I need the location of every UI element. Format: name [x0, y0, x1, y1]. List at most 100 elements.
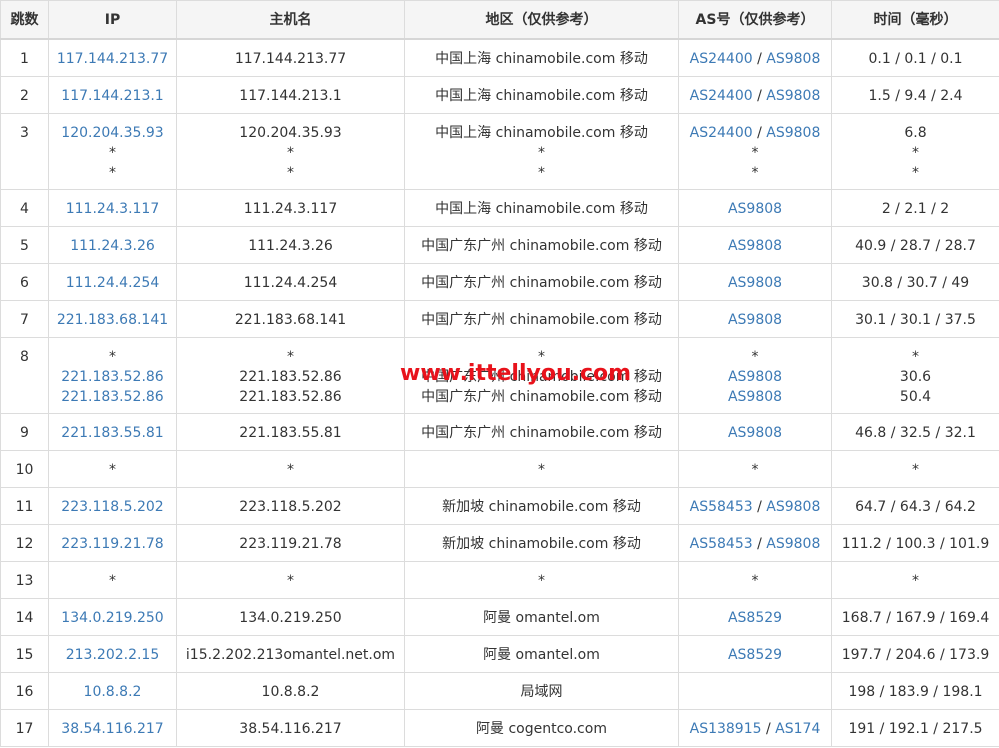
as-link[interactable]: AS24400 [690, 51, 753, 67]
as-link[interactable]: AS9808 [728, 275, 782, 291]
ip-link[interactable]: 134.0.219.250 [50, 608, 176, 628]
hostname-text: 111.24.4.254 [243, 274, 338, 291]
time-cell: * 30.6 50.4 [831, 336, 999, 414]
as-separator: / [752, 535, 767, 552]
as-link[interactable]: AS9808 [728, 389, 782, 405]
as-link[interactable]: AS8529 [728, 610, 782, 626]
traceroute-table: 跳数 IP 主机名 地区（仅供参考） AS号（仅供参考） 时间（毫秒） 1 117… [0, 0, 999, 747]
ip-link[interactable]: 111.24.4.254 [50, 273, 176, 293]
as-link[interactable]: AS9808 [728, 201, 782, 217]
as-link[interactable]: AS9808 [728, 369, 782, 385]
as-cell: AS58453 / AS9808 [678, 486, 832, 525]
region-text: 中国广东广州 chinamobile.com 移动 [421, 311, 662, 328]
as-link[interactable]: AS58453 [690, 536, 753, 552]
ip-cell: 120.204.35.93 * * [48, 112, 177, 190]
ip-cell: 38.54.116.217 [48, 708, 177, 747]
time-text: 168.7 / 167.9 / 169.4 [841, 609, 990, 626]
region-text: 中国广东广州 chinamobile.com 移动 [421, 237, 662, 254]
as-link[interactable]: AS58453 [690, 499, 753, 515]
as-link[interactable]: AS9808 [766, 51, 820, 67]
as-link[interactable]: AS9808 [728, 312, 782, 328]
table-body: 1 117.144.213.77 117.144.213.77 中国上海 chinam… [0, 38, 999, 747]
hop-cell: 7 [0, 299, 49, 338]
region-cell: 阿曼 omantel.om [404, 597, 679, 636]
as-line: AS8529 [680, 608, 831, 628]
as-link[interactable]: AS9808 [766, 536, 820, 552]
hop-cell: 3 [0, 112, 49, 190]
hostname-text: 221.183.68.141 [234, 311, 347, 328]
time-text: 40.9 / 28.7 / 28.7 [855, 237, 976, 254]
ip-link[interactable]: 221.183.52.86 [50, 367, 176, 387]
hostname-text: * [287, 461, 294, 478]
hop-cell: 16 [0, 671, 49, 710]
ip-cell: * [48, 560, 177, 599]
region-text: 阿曼 omantel.om [483, 609, 600, 626]
ip-link[interactable]: 221.183.68.141 [50, 310, 176, 330]
ip-link[interactable]: 221.183.55.81 [50, 423, 176, 443]
hostname-text: 38.54.116.217 [239, 720, 342, 737]
as-link[interactable]: AS8529 [728, 647, 782, 663]
time-text: * [912, 572, 919, 589]
as-link[interactable]: AS9808 [728, 425, 782, 441]
hostname-cell: 117.144.213.77 [176, 38, 405, 77]
ip-link[interactable]: 223.119.21.78 [50, 534, 176, 554]
hostname-text: * [287, 164, 294, 181]
as-text: * [751, 164, 759, 181]
ip-link[interactable]: 117.144.213.1 [50, 86, 176, 106]
hostname-cell: 134.0.219.250 [176, 597, 405, 636]
ip-link[interactable]: 10.8.8.2 [50, 682, 176, 702]
region-text: 中国上海 chinamobile.com 移动 [435, 87, 648, 104]
table-row: 9 221.183.55.81 221.183.55.81 中国广东广州 chinam… [0, 412, 999, 451]
time-text: 111.2 / 100.3 / 101.9 [841, 535, 990, 552]
table-row: 7 221.183.68.141 221.183.68.141 中国广东广州 chin… [0, 299, 999, 338]
table-header-row: 跳数 IP 主机名 地区（仅供参考） AS号（仅供参考） 时间（毫秒） [0, 0, 999, 40]
as-link[interactable]: AS9808 [766, 88, 820, 104]
as-text: * [751, 348, 759, 365]
hostname-cell: 223.118.5.202 [176, 486, 405, 525]
region-text: * [538, 572, 545, 589]
as-link[interactable]: AS174 [775, 721, 820, 737]
time-text: 197.7 / 204.6 / 173.9 [841, 646, 990, 663]
as-line: AS8529 [680, 645, 831, 665]
region-cell: * 中国广东广州 chinamobile.com 移动 中国广东广州 chinamo… [404, 336, 679, 414]
as-link[interactable]: AS138915 [690, 721, 762, 737]
header-hop: 跳数 [0, 0, 49, 40]
region-text: 阿曼 cogentco.com [476, 720, 607, 737]
as-line: AS24400 / AS9808 [680, 123, 831, 143]
time-text: 30.8 / 30.7 / 49 [861, 274, 970, 291]
time-cell: 0.1 / 0.1 / 0.1 [831, 38, 999, 77]
ip-link[interactable]: 221.183.52.86 [50, 387, 176, 407]
time-text: 0.1 / 0.1 / 0.1 [868, 51, 963, 67]
table-row: 15 213.202.2.15 i15.2.202.213omantel.net.o… [0, 634, 999, 673]
region-cell: 中国广东广州 chinamobile.com 移动 [404, 412, 679, 451]
as-link[interactable]: AS9808 [728, 238, 782, 254]
region-cell: * [404, 560, 679, 599]
ip-link[interactable]: 111.24.3.26 [50, 236, 176, 256]
as-link[interactable]: AS24400 [690, 125, 753, 141]
ip-link[interactable]: 38.54.116.217 [50, 719, 176, 739]
ip-link[interactable]: 120.204.35.93 [50, 123, 176, 143]
ip-link[interactable]: 111.24.3.117 [50, 199, 176, 219]
time-text: * [912, 461, 919, 478]
region-text: * [538, 348, 545, 365]
as-link[interactable]: AS9808 [766, 499, 820, 515]
hostname-cell: * [176, 449, 405, 488]
time-text: 46.8 / 32.5 / 32.1 [855, 424, 976, 441]
ip-link[interactable]: 213.202.2.15 [50, 645, 176, 665]
as-cell: AS9808 [678, 188, 832, 227]
ip-cell: 223.118.5.202 [48, 486, 177, 525]
time-cell: 6.8 * * [831, 112, 999, 190]
ip-link[interactable]: 117.144.213.77 [50, 49, 176, 69]
time-text: 191 / 192.1 / 217.5 [848, 720, 983, 737]
as-link[interactable]: AS24400 [690, 88, 753, 104]
table-row: 4 111.24.3.117 111.24.3.117 中国上海 chinamobil… [0, 188, 999, 227]
region-cell: 中国上海 chinamobile.com 移动 [404, 75, 679, 114]
as-line: AS9808 [680, 423, 831, 443]
table-row: 16 10.8.8.2 10.8.8.2 局域网 198 / 183.9 / 198.1 [0, 671, 999, 710]
ip-link[interactable]: 223.118.5.202 [50, 497, 176, 517]
as-link[interactable]: AS9808 [766, 125, 820, 141]
hostname-text: * [287, 348, 294, 365]
hop-cell: 6 [0, 262, 49, 301]
region-cell: 阿曼 omantel.om [404, 634, 679, 673]
hostname-text: i15.2.202.213omantel.net.om [185, 646, 396, 663]
